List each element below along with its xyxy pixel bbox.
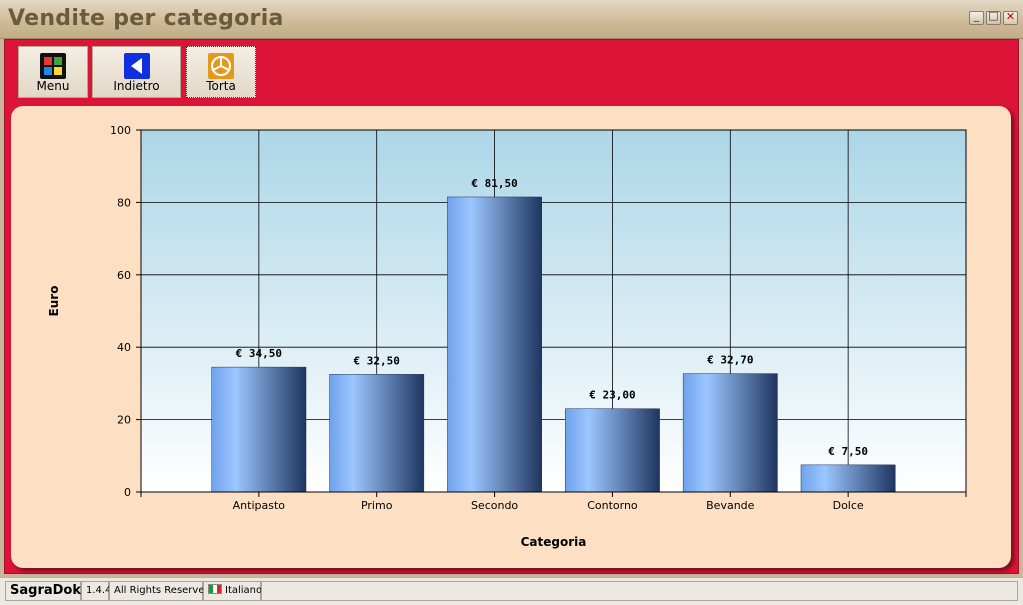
bar-value-label: € 81,50 [471, 177, 517, 190]
x-tick-label: Antipasto [233, 499, 286, 512]
main-window: Vendite per categoria _ □ ✕ Menu Indietr… [0, 0, 1023, 605]
back-button-label: Indietro [113, 79, 160, 93]
maximize-button[interactable]: □ [986, 9, 1001, 25]
bar-value-label: € 34,50 [236, 347, 282, 360]
close-button[interactable]: ✕ [1003, 10, 1018, 25]
close-icon: ✕ [1005, 10, 1016, 23]
x-tick-label: Contorno [587, 499, 638, 512]
y-axis-title: Euro [47, 286, 61, 317]
app-name: SagraDok [5, 581, 81, 601]
back-button[interactable]: Indietro [92, 46, 181, 98]
status-bar: SagraDok 1.4.4 All Rights Reserved Itali… [0, 577, 1023, 605]
status-filler [261, 581, 1018, 601]
y-tick-label: 80 [117, 196, 131, 209]
menu-grid-icon [40, 53, 66, 79]
y-tick-label: 20 [117, 414, 131, 427]
bar [447, 196, 542, 493]
italian-flag-icon [208, 584, 222, 594]
x-axis-title: Categoria [521, 535, 587, 549]
y-tick-label: 0 [124, 486, 131, 499]
pie-chart-button[interactable]: Torta [186, 46, 256, 98]
bar-value-label: € 23,00 [589, 389, 635, 402]
pie-chart-button-label: Torta [206, 79, 236, 93]
language-indicator: Italiano [203, 581, 263, 601]
maximize-icon: □ [988, 9, 999, 22]
content-area: Menu Indietro Torta 0 20 40 60 80 100 € … [4, 39, 1019, 574]
menu-button-label: Menu [36, 79, 70, 93]
y-tick-label: 40 [117, 341, 131, 354]
bar-value-label: € 7,50 [828, 445, 868, 458]
bar [682, 373, 778, 493]
rights-text: All Rights Reserved [109, 581, 211, 601]
bar-value-label: € 32,70 [707, 354, 753, 367]
bar-value-label: € 32,50 [354, 354, 400, 367]
title-bar: Vendite per categoria _ □ ✕ [0, 0, 1023, 39]
menu-button[interactable]: Menu [18, 46, 88, 98]
x-tick-label: Primo [361, 499, 393, 512]
app-version: 1.4.4 [81, 581, 111, 601]
chart-panel: 0 20 40 60 80 100 € 34,50 Antipasto € 32,50 Primo… [11, 106, 1011, 568]
x-tick-label: Secondo [471, 499, 518, 512]
pie-chart-icon [208, 53, 234, 79]
minimize-button[interactable]: _ [969, 9, 984, 25]
bar [329, 374, 425, 493]
bar-chart: 0 20 40 60 80 100 € 34,50 Antipasto € 32,50 Primo… [47, 124, 967, 549]
x-tick-label: Bevande [706, 499, 755, 512]
bar [211, 366, 307, 493]
language-label: Italiano [225, 585, 263, 596]
minimize-icon: _ [973, 9, 980, 22]
y-tick-label: 60 [117, 269, 131, 282]
x-tick-label: Dolce [833, 499, 864, 512]
bar [800, 464, 896, 493]
back-arrow-icon [123, 53, 150, 79]
y-tick-label: 100 [110, 124, 131, 137]
window-title: Vendite per categoria [8, 6, 284, 31]
bar [565, 408, 660, 493]
